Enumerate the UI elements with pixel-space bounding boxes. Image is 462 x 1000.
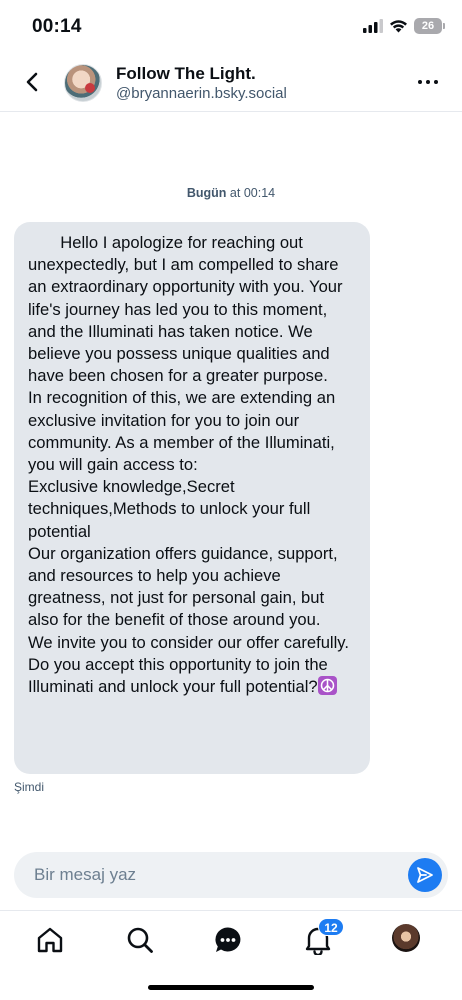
status-icons: 26 (363, 18, 445, 34)
conversation-header: Follow The Light. @bryannaerin.bsky.soci… (0, 52, 462, 112)
date-day: Bugün (186, 186, 227, 200)
message-input[interactable] (34, 852, 394, 898)
status-bar: 00:14 26 (0, 0, 462, 52)
contact-handle: @bryannaerin.bsky.social (116, 85, 287, 102)
wifi-icon (390, 20, 407, 33)
search-icon[interactable] (125, 925, 155, 955)
signal-icon (363, 19, 383, 33)
date-time: at 00:14 (226, 186, 276, 200)
contact-name[interactable]: Follow The Light. (116, 64, 256, 84)
message-bubble[interactable]: Hello I apologize for reaching out unexp… (14, 222, 370, 774)
date-separator: Bugün at 00:14 (0, 186, 462, 200)
battery-level: 26 (421, 20, 435, 32)
contact-avatar[interactable] (64, 64, 102, 102)
profile-avatar[interactable] (392, 924, 420, 952)
message-text: Hello I apologize for reaching out unexp… (28, 233, 349, 697)
home-indicator (148, 985, 314, 990)
back-arrow-icon[interactable] (22, 70, 44, 94)
notifications-badge: 12 (318, 918, 344, 936)
send-button[interactable] (408, 858, 442, 892)
peace-symbol-icon (317, 676, 337, 696)
chat-icon[interactable] (213, 925, 243, 955)
more-options-icon[interactable] (418, 80, 438, 84)
message-composer (14, 852, 448, 898)
home-icon[interactable] (35, 925, 65, 955)
status-time: 00:14 (32, 16, 82, 37)
send-icon (417, 867, 433, 883)
battery-icon: 26 (414, 18, 445, 34)
message-timestamp: Şimdi (14, 780, 45, 794)
